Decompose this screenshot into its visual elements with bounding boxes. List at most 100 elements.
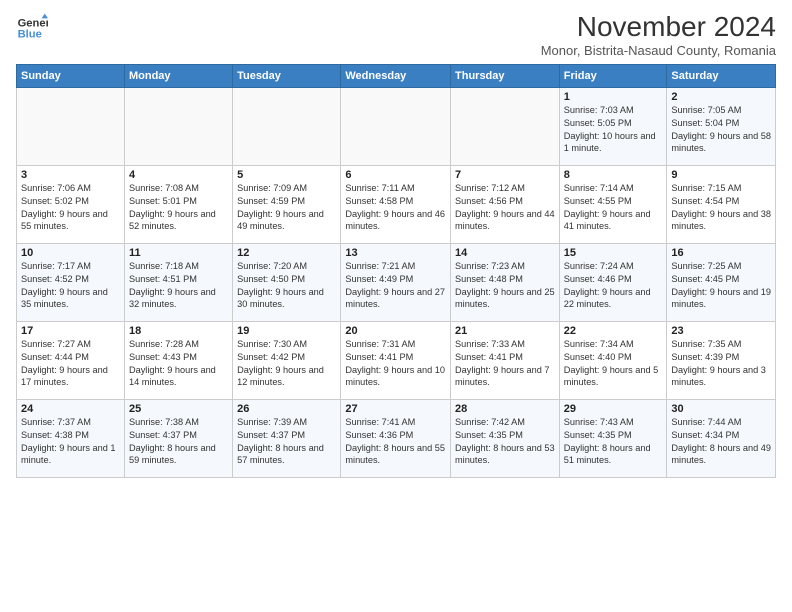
logo-icon: General Blue [16,12,48,44]
weekday-header-tuesday: Tuesday [233,64,341,87]
day-number: 3 [21,169,120,181]
day-number: 7 [455,169,555,181]
day-detail: Sunrise: 7:42 AM Sunset: 4:35 PM Dayligh… [455,416,555,468]
calendar-cell: 7Sunrise: 7:12 AM Sunset: 4:56 PM Daylig… [451,165,560,243]
calendar-cell: 23Sunrise: 7:35 AM Sunset: 4:39 PM Dayli… [667,321,776,399]
calendar-cell [233,87,341,165]
svg-text:General: General [18,17,48,29]
calendar-cell [341,87,451,165]
day-detail: Sunrise: 7:31 AM Sunset: 4:41 PM Dayligh… [345,338,446,390]
day-number: 9 [671,169,771,181]
day-number: 14 [455,247,555,259]
day-number: 18 [129,325,228,337]
day-number: 10 [21,247,120,259]
calendar-cell: 21Sunrise: 7:33 AM Sunset: 4:41 PM Dayli… [451,321,560,399]
svg-text:Blue: Blue [18,29,42,41]
day-number: 20 [345,325,446,337]
day-detail: Sunrise: 7:37 AM Sunset: 4:38 PM Dayligh… [21,416,120,468]
day-number: 26 [237,403,336,415]
day-detail: Sunrise: 7:06 AM Sunset: 5:02 PM Dayligh… [21,182,120,234]
calendar-cell: 12Sunrise: 7:20 AM Sunset: 4:50 PM Dayli… [233,243,341,321]
day-number: 19 [237,325,336,337]
calendar-cell: 26Sunrise: 7:39 AM Sunset: 4:37 PM Dayli… [233,399,341,477]
day-detail: Sunrise: 7:38 AM Sunset: 4:37 PM Dayligh… [129,416,228,468]
calendar-cell: 15Sunrise: 7:24 AM Sunset: 4:46 PM Dayli… [559,243,667,321]
calendar-cell [124,87,232,165]
day-number: 25 [129,403,228,415]
calendar-week-4: 17Sunrise: 7:27 AM Sunset: 4:44 PM Dayli… [17,321,776,399]
day-detail: Sunrise: 7:28 AM Sunset: 4:43 PM Dayligh… [129,338,228,390]
calendar-cell: 18Sunrise: 7:28 AM Sunset: 4:43 PM Dayli… [124,321,232,399]
calendar-cell: 29Sunrise: 7:43 AM Sunset: 4:35 PM Dayli… [559,399,667,477]
day-detail: Sunrise: 7:34 AM Sunset: 4:40 PM Dayligh… [564,338,663,390]
calendar-cell: 17Sunrise: 7:27 AM Sunset: 4:44 PM Dayli… [17,321,125,399]
day-detail: Sunrise: 7:23 AM Sunset: 4:48 PM Dayligh… [455,260,555,312]
day-number: 8 [564,169,663,181]
calendar-cell: 27Sunrise: 7:41 AM Sunset: 4:36 PM Dayli… [341,399,451,477]
day-detail: Sunrise: 7:25 AM Sunset: 4:45 PM Dayligh… [671,260,771,312]
title-area: November 2024 Monor, Bistrita-Nasaud Cou… [541,12,776,58]
day-detail: Sunrise: 7:43 AM Sunset: 4:35 PM Dayligh… [564,416,663,468]
day-number: 12 [237,247,336,259]
day-number: 24 [21,403,120,415]
calendar-cell: 16Sunrise: 7:25 AM Sunset: 4:45 PM Dayli… [667,243,776,321]
calendar-cell: 8Sunrise: 7:14 AM Sunset: 4:55 PM Daylig… [559,165,667,243]
calendar-week-5: 24Sunrise: 7:37 AM Sunset: 4:38 PM Dayli… [17,399,776,477]
calendar-cell: 5Sunrise: 7:09 AM Sunset: 4:59 PM Daylig… [233,165,341,243]
day-number: 5 [237,169,336,181]
calendar-cell: 4Sunrise: 7:08 AM Sunset: 5:01 PM Daylig… [124,165,232,243]
day-detail: Sunrise: 7:39 AM Sunset: 4:37 PM Dayligh… [237,416,336,468]
day-number: 1 [564,91,663,103]
day-number: 22 [564,325,663,337]
day-detail: Sunrise: 7:12 AM Sunset: 4:56 PM Dayligh… [455,182,555,234]
calendar-cell: 19Sunrise: 7:30 AM Sunset: 4:42 PM Dayli… [233,321,341,399]
day-detail: Sunrise: 7:24 AM Sunset: 4:46 PM Dayligh… [564,260,663,312]
calendar-week-2: 3Sunrise: 7:06 AM Sunset: 5:02 PM Daylig… [17,165,776,243]
day-detail: Sunrise: 7:30 AM Sunset: 4:42 PM Dayligh… [237,338,336,390]
calendar-cell: 25Sunrise: 7:38 AM Sunset: 4:37 PM Dayli… [124,399,232,477]
day-detail: Sunrise: 7:14 AM Sunset: 4:55 PM Dayligh… [564,182,663,234]
day-number: 17 [21,325,120,337]
day-number: 11 [129,247,228,259]
weekday-header-saturday: Saturday [667,64,776,87]
calendar-cell: 28Sunrise: 7:42 AM Sunset: 4:35 PM Dayli… [451,399,560,477]
day-detail: Sunrise: 7:44 AM Sunset: 4:34 PM Dayligh… [671,416,771,468]
day-detail: Sunrise: 7:18 AM Sunset: 4:51 PM Dayligh… [129,260,228,312]
weekday-header-friday: Friday [559,64,667,87]
calendar-cell: 2Sunrise: 7:05 AM Sunset: 5:04 PM Daylig… [667,87,776,165]
calendar-week-1: 1Sunrise: 7:03 AM Sunset: 5:05 PM Daylig… [17,87,776,165]
calendar-cell: 20Sunrise: 7:31 AM Sunset: 4:41 PM Dayli… [341,321,451,399]
day-number: 2 [671,91,771,103]
day-number: 13 [345,247,446,259]
calendar-cell: 9Sunrise: 7:15 AM Sunset: 4:54 PM Daylig… [667,165,776,243]
day-number: 15 [564,247,663,259]
weekday-header-thursday: Thursday [451,64,560,87]
calendar-cell: 1Sunrise: 7:03 AM Sunset: 5:05 PM Daylig… [559,87,667,165]
calendar-cell: 11Sunrise: 7:18 AM Sunset: 4:51 PM Dayli… [124,243,232,321]
day-number: 27 [345,403,446,415]
calendar-cell: 24Sunrise: 7:37 AM Sunset: 4:38 PM Dayli… [17,399,125,477]
day-number: 21 [455,325,555,337]
calendar-cell: 3Sunrise: 7:06 AM Sunset: 5:02 PM Daylig… [17,165,125,243]
day-detail: Sunrise: 7:03 AM Sunset: 5:05 PM Dayligh… [564,104,663,156]
calendar-cell: 13Sunrise: 7:21 AM Sunset: 4:49 PM Dayli… [341,243,451,321]
page-title: November 2024 [541,12,776,43]
day-number: 4 [129,169,228,181]
weekday-header-sunday: Sunday [17,64,125,87]
day-detail: Sunrise: 7:41 AM Sunset: 4:36 PM Dayligh… [345,416,446,468]
weekday-header-wednesday: Wednesday [341,64,451,87]
day-detail: Sunrise: 7:35 AM Sunset: 4:39 PM Dayligh… [671,338,771,390]
day-detail: Sunrise: 7:17 AM Sunset: 4:52 PM Dayligh… [21,260,120,312]
day-detail: Sunrise: 7:15 AM Sunset: 4:54 PM Dayligh… [671,182,771,234]
day-number: 29 [564,403,663,415]
day-number: 23 [671,325,771,337]
calendar-cell: 6Sunrise: 7:11 AM Sunset: 4:58 PM Daylig… [341,165,451,243]
day-detail: Sunrise: 7:09 AM Sunset: 4:59 PM Dayligh… [237,182,336,234]
day-detail: Sunrise: 7:11 AM Sunset: 4:58 PM Dayligh… [345,182,446,234]
weekday-header-monday: Monday [124,64,232,87]
day-detail: Sunrise: 7:33 AM Sunset: 4:41 PM Dayligh… [455,338,555,390]
day-number: 16 [671,247,771,259]
calendar-week-3: 10Sunrise: 7:17 AM Sunset: 4:52 PM Dayli… [17,243,776,321]
calendar-cell: 14Sunrise: 7:23 AM Sunset: 4:48 PM Dayli… [451,243,560,321]
calendar-cell [451,87,560,165]
